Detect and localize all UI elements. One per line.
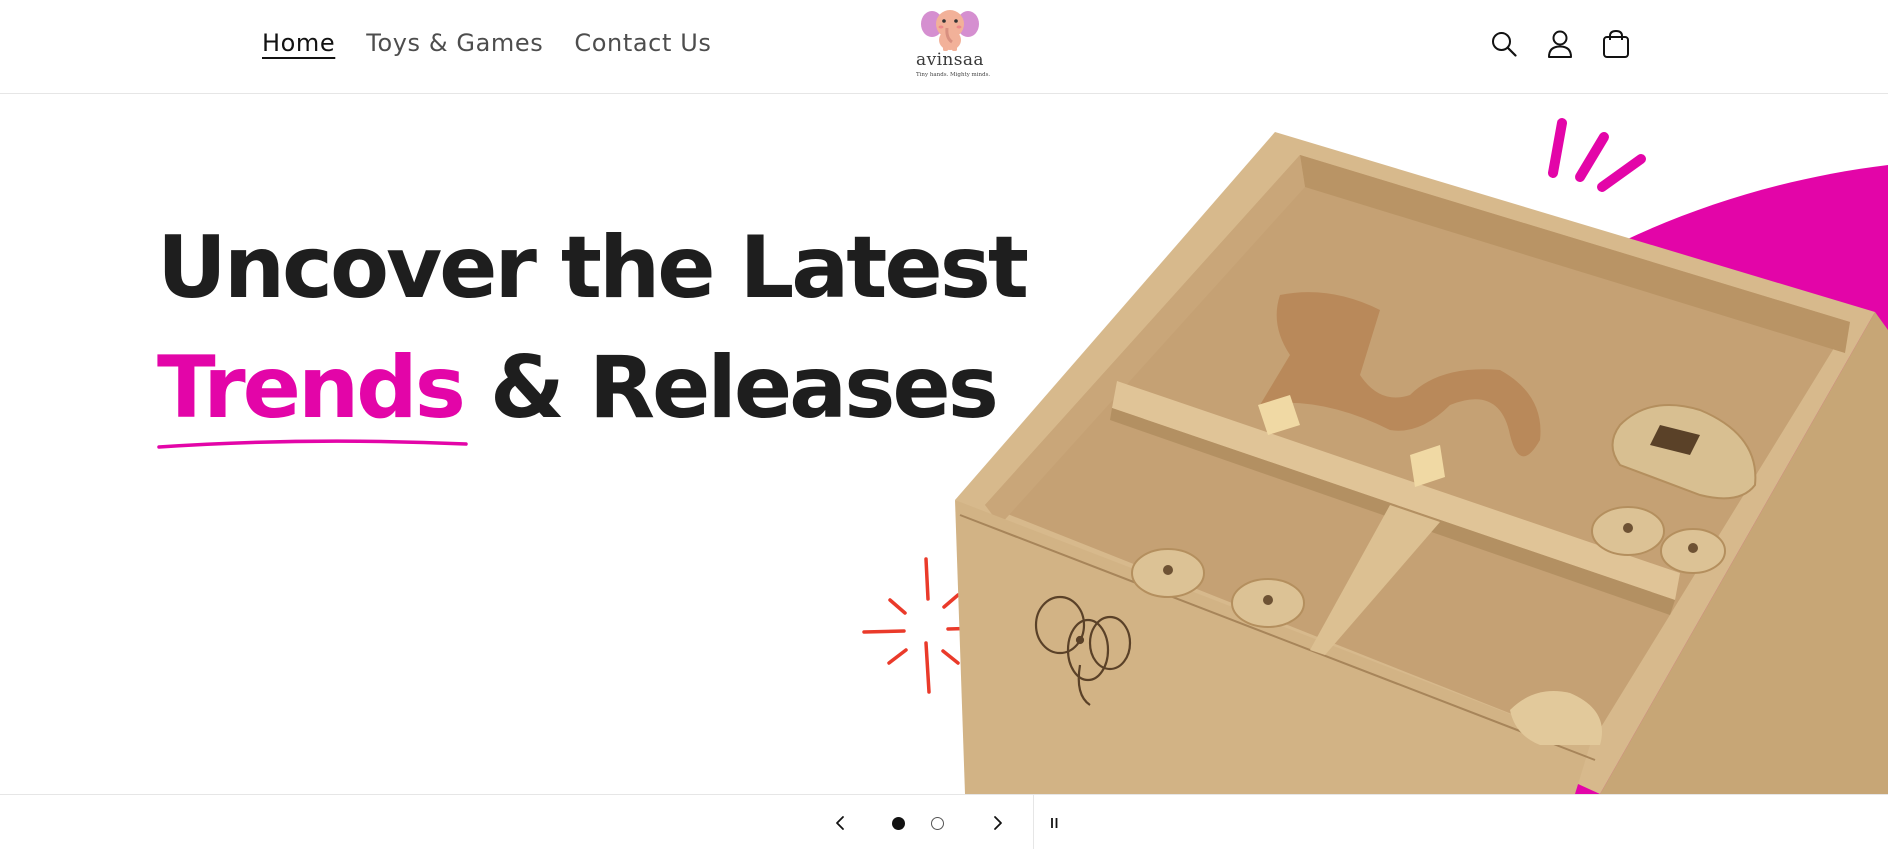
slide-dot-2[interactable]: [931, 817, 944, 830]
headline-line-2: Trends & Releases: [157, 345, 999, 431]
previous-slide-button[interactable]: [822, 795, 858, 849]
magenta-burst-icon: [1548, 118, 1646, 192]
main-nav: Home Toys & Games Contact Us: [262, 0, 711, 86]
accent-underline: [157, 439, 468, 449]
search-icon: [1492, 32, 1517, 57]
headline-line-2-rest: & Releases: [462, 338, 999, 438]
nav-link-contact-us[interactable]: Contact Us: [574, 31, 711, 55]
next-slide-button[interactable]: [980, 795, 1016, 849]
pause-icon: [1051, 817, 1058, 828]
headline-accent-word: Trends: [157, 338, 466, 438]
account-icon: [1548, 30, 1572, 58]
chevron-right-icon: [994, 815, 1002, 830]
cart-button[interactable]: [1600, 24, 1632, 64]
hero-slide: Uncover the Latest Trends & Releases: [0, 95, 1888, 794]
nav-link-home[interactable]: Home: [262, 31, 335, 55]
slideshow-controls: [0, 794, 1888, 849]
elephant-logo-icon: [921, 10, 979, 51]
pause-slideshow-button[interactable]: [1036, 795, 1072, 849]
site-logo[interactable]: avinsaa Tiny hands. Mighty minds.: [916, 6, 991, 82]
nav-link-toys-games[interactable]: Toys & Games: [366, 31, 543, 55]
cart-icon: [1603, 29, 1629, 58]
chevron-left-icon: [836, 815, 844, 830]
search-button[interactable]: [1488, 24, 1520, 64]
headline-line-1: Uncover the Latest: [157, 218, 1029, 318]
slide-dot-1[interactable]: [892, 817, 905, 830]
controls-divider: [1033, 795, 1034, 849]
logo-tagline: Tiny hands. Mighty minds.: [916, 72, 991, 78]
header-icons: [1488, 24, 1632, 64]
logo-wordmark: avinsaa: [916, 50, 984, 70]
site-header: Home Toys & Games Contact Us avinsaa Tin…: [0, 0, 1888, 94]
account-button[interactable]: [1544, 24, 1576, 64]
